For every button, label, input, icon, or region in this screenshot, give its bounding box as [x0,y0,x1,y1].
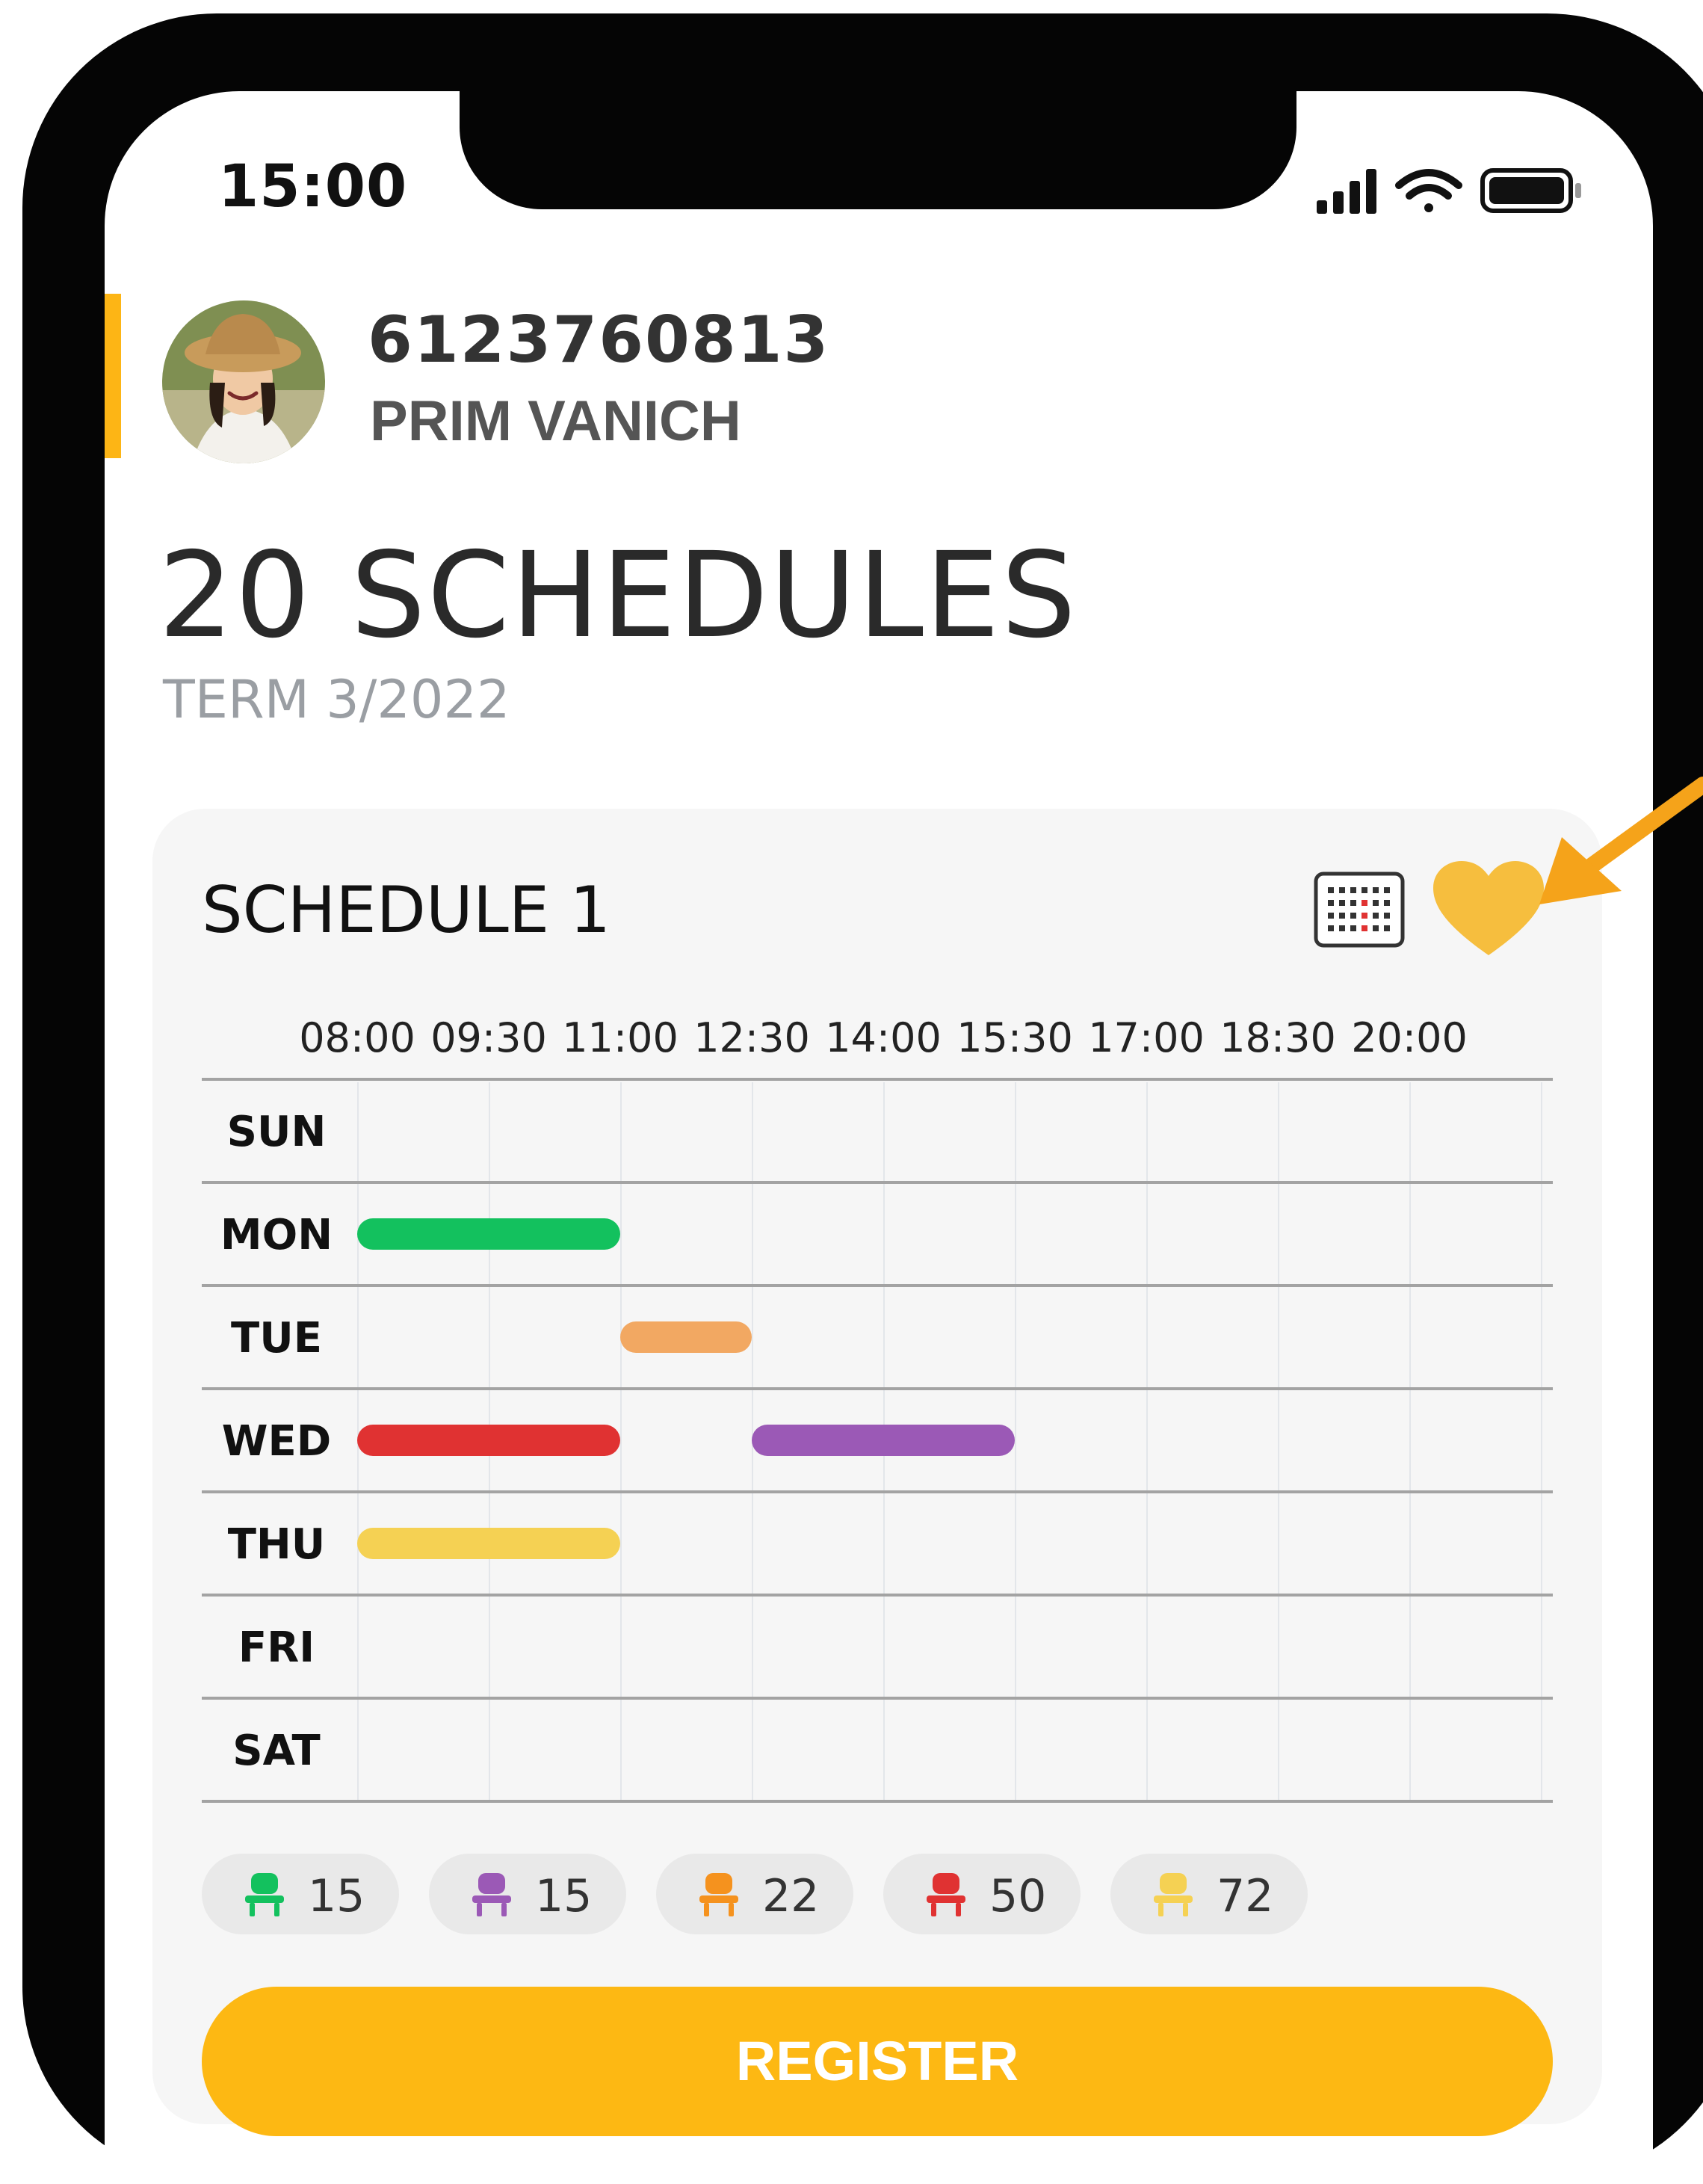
student-id: 6123760813 [368,303,830,377]
class-block[interactable] [752,1425,1015,1456]
seat-chip: 15 [202,1854,399,1934]
day-label-thu: THU [227,1520,326,1569]
schedules-count-heading: 20 SCHEDULES [158,527,1078,664]
day-label-sat: SAT [232,1727,321,1775]
seat-count: 72 [1217,1870,1274,1922]
time-slot-label: 15:30 [956,1014,1073,1061]
class-block[interactable] [357,1218,620,1250]
seat-icon [245,1873,284,1916]
status-time: 15:00 [218,153,408,220]
grid-row-line [202,1284,1553,1287]
register-button[interactable]: REGISTER [202,1987,1553,2136]
schedule-title: SCHEDULE 1 [202,873,611,948]
grid-row-line [202,1490,1553,1493]
grid-row-line [202,1181,1553,1184]
calendar-icon[interactable] [1313,871,1406,948]
day-label-tue: TUE [231,1314,322,1363]
grid-column-line [1278,1082,1279,1800]
seat-icon [1154,1873,1193,1916]
time-slot-label: 11:00 [562,1014,679,1061]
class-block[interactable] [620,1321,752,1353]
class-block[interactable] [357,1425,620,1456]
day-label-fri: FRI [238,1623,315,1672]
time-slot-label: 08:00 [299,1014,415,1061]
grid-row-line [202,1800,1553,1803]
grid-row-line [202,1387,1553,1390]
battery-icon [1480,168,1581,213]
phone-notch [460,88,1296,209]
annotation-arrow [1539,777,1703,904]
time-slot-label: 17:00 [1088,1014,1205,1061]
seat-chip: 50 [883,1854,1081,1934]
day-label-wed: WED [221,1417,332,1466]
favorite-heart-icon[interactable] [1433,861,1544,958]
grid-column-line [1146,1082,1148,1800]
grid-column-line [1541,1082,1542,1800]
seat-count: 15 [308,1870,365,1922]
seat-icon [699,1873,738,1916]
seat-count: 22 [762,1870,820,1922]
grid-column-line [1409,1082,1411,1800]
wifi-icon [1395,169,1462,212]
seat-chip: 72 [1110,1854,1308,1934]
class-block[interactable] [357,1528,620,1559]
avatar-photo [162,300,325,463]
seat-icon [927,1873,965,1916]
student-name: PRIM VANICH [370,389,741,453]
time-slot-label: 14:00 [825,1014,942,1061]
seat-icon [472,1873,511,1916]
status-icons [1317,168,1581,214]
time-slot-label: 12:30 [693,1014,810,1061]
grid-row-line [202,1697,1553,1700]
grid-column-line [1015,1082,1016,1800]
grid-row-line [202,1078,1553,1081]
profile-accent-bar [105,294,121,458]
day-label-mon: MON [220,1211,333,1259]
seat-count: 15 [535,1870,593,1922]
time-slot-label: 18:30 [1220,1014,1336,1061]
seat-count: 50 [989,1870,1047,1922]
day-label-sun: SUN [226,1108,327,1156]
time-slot-label: 09:30 [430,1014,547,1061]
grid-column-line [620,1082,622,1800]
seat-chip: 22 [656,1854,853,1934]
seat-chip: 15 [429,1854,626,1934]
signal-icon [1317,169,1376,214]
grid-row-line [202,1594,1553,1597]
term-label: TERM 3/2022 [163,669,510,730]
time-slot-label: 20:00 [1351,1014,1468,1061]
avatar[interactable] [162,300,325,463]
